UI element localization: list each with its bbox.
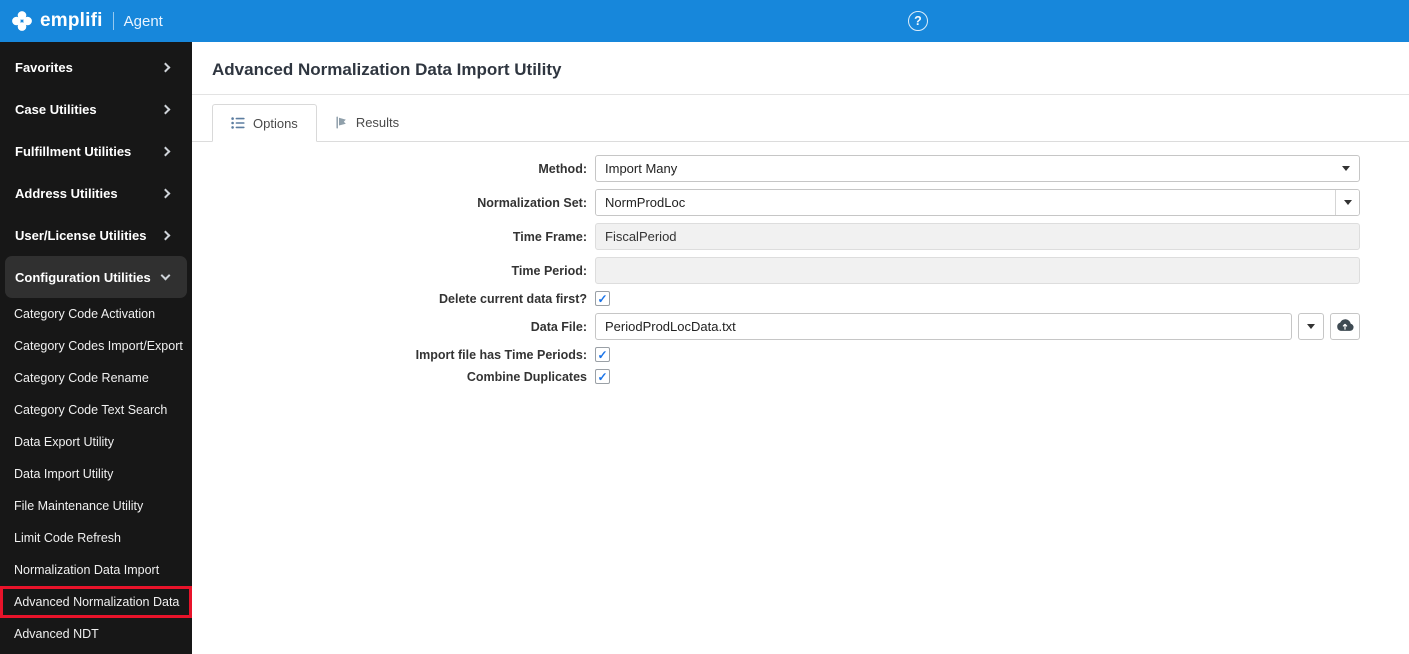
combine-duplicates-label: Combine Duplicates [466, 369, 587, 384]
data-file-label: Data File: [530, 319, 587, 334]
tab-results[interactable]: Results [317, 104, 417, 141]
form-row-delete-current: Delete current data first? [192, 291, 1360, 306]
sidebar-subitem-label: Advanced NDT [14, 627, 99, 641]
time-period-label: Time Period: [511, 263, 587, 278]
sidebar-subitem-category-codes-import-export[interactable]: Category Codes Import/Export [0, 330, 192, 362]
chevron-right-icon [160, 104, 171, 114]
data-file-dropdown-button[interactable] [1298, 313, 1324, 340]
form-row-time-frame: Time Frame: [192, 223, 1360, 250]
options-form: Method: Import Many Normalization Set: N… [192, 142, 1409, 384]
normalization-set-combobox [595, 189, 1360, 216]
import-has-time-periods-label: Import file has Time Periods: [415, 347, 587, 362]
emplifi-logo-icon [10, 9, 34, 33]
help-icon[interactable]: ? [908, 11, 928, 31]
sidebar-subitem-normalization-data-import[interactable]: Normalization Data Import [0, 554, 192, 586]
sidebar-subitem-label: Limit Code Refresh [14, 531, 121, 545]
sidebar-subitem-label: Category Code Activation [14, 307, 156, 321]
time-period-input [595, 257, 1360, 284]
method-selected-value: Import Many [605, 161, 678, 176]
time-frame-input [595, 223, 1360, 250]
sidebar-subitem-data-import-utility[interactable]: Data Import Utility [0, 458, 192, 490]
sidebar-subitem-label: Category Code Text Search [14, 403, 168, 417]
sidebar-item-label: Address Utilities [15, 185, 118, 201]
brand-name: emplifi [40, 10, 103, 31]
sidebar-item-fulfillment-utilities[interactable]: Fulfillment Utilities [5, 130, 187, 172]
delete-current-label: Delete current data first? [439, 291, 587, 306]
chevron-down-icon [1342, 166, 1350, 171]
sidebar-subitem-category-code-rename[interactable]: Category Code Rename [0, 362, 192, 394]
data-file-upload-button[interactable] [1330, 313, 1360, 340]
list-icon [231, 117, 245, 129]
sidebar-subitem-label: Data Export Utility [14, 435, 115, 449]
chevron-right-icon [160, 146, 171, 156]
time-frame-label: Time Frame: [512, 229, 587, 244]
form-row-import-has-time-periods: Import file has Time Periods: [192, 347, 1360, 362]
method-select[interactable]: Import Many [595, 155, 1360, 182]
data-file-group [595, 313, 1360, 340]
chevron-down-icon [1307, 324, 1315, 329]
chevron-right-icon [160, 230, 171, 240]
sidebar-item-configuration-utilities[interactable]: Configuration Utilities [5, 256, 187, 298]
tab-options[interactable]: Options [212, 104, 317, 142]
normalization-set-input[interactable] [596, 190, 1335, 215]
import-has-time-periods-checkbox[interactable] [595, 347, 610, 362]
main-content: Advanced Normalization Data Import Utili… [192, 42, 1409, 654]
sidebar-subitem-label: Normalization Data Import [14, 563, 160, 577]
sidebar-subitem-limit-code-refresh[interactable]: Limit Code Refresh [0, 522, 192, 554]
sidebar-item-label: User/License Utilities [15, 227, 147, 243]
form-row-time-period: Time Period: [192, 257, 1360, 284]
sidebar-item-favorites[interactable]: Favorites [5, 46, 187, 88]
sidebar-subitem-label: Advanced Normalization Data [14, 595, 180, 609]
sidebar-item-label: Favorites [15, 59, 73, 75]
combine-duplicates-checkbox[interactable] [595, 369, 610, 384]
sidebar-item-label: Configuration Utilities [15, 269, 151, 285]
sidebar-item-label: Case Utilities [15, 101, 97, 117]
sidebar-subitem-label: Data Import Utility [14, 467, 114, 481]
form-row-combine-duplicates: Combine Duplicates [192, 369, 1360, 384]
sidebar-subitem-label: Category Code Rename [14, 371, 149, 385]
sidebar-item-case-utilities[interactable]: Case Utilities [5, 88, 187, 130]
upload-cloud-icon [1336, 318, 1354, 335]
sidebar-subitem-data-export-utility[interactable]: Data Export Utility [0, 426, 192, 458]
sidebar: Favorites Case Utilities Fulfillment Uti… [0, 42, 192, 654]
sidebar-item-user-license-utilities[interactable]: User/License Utilities [5, 214, 187, 256]
normalization-set-dropdown-button[interactable] [1335, 190, 1359, 215]
delete-current-checkbox[interactable] [595, 291, 610, 306]
tab-label: Options [253, 115, 298, 131]
form-row-normalization-set: Normalization Set: [192, 189, 1360, 216]
app-window: emplifi Agent ? Favorites Case Utilities… [0, 0, 1409, 654]
sidebar-subitem-category-code-activation[interactable]: Category Code Activation [0, 298, 192, 330]
brand: emplifi Agent [10, 9, 163, 33]
sidebar-subitem-advanced-ndt[interactable]: Advanced NDT [0, 618, 192, 650]
sidebar-subitem-label: File Maintenance Utility [14, 499, 144, 513]
form-row-data-file: Data File: [192, 313, 1360, 340]
sidebar-subitem-file-maintenance-utility[interactable]: File Maintenance Utility [0, 490, 192, 522]
tab-bar: Options Results [192, 104, 1409, 142]
brand-separator [112, 12, 114, 30]
tab-label: Results [355, 115, 400, 130]
sidebar-subitem-advanced-normalization-data[interactable]: Advanced Normalization Data [0, 586, 192, 618]
page-title: Advanced Normalization Data Import Utili… [212, 60, 562, 79]
title-divider [192, 94, 1409, 95]
data-file-input[interactable] [595, 313, 1292, 340]
chevron-right-icon [160, 188, 171, 198]
sidebar-subitem-label: Category Codes Import/Export [14, 339, 183, 353]
chevron-down-icon [160, 270, 171, 280]
chevron-down-icon [1343, 200, 1352, 205]
method-label: Method: [538, 161, 587, 176]
flag-icon [335, 116, 348, 129]
sidebar-item-label: Fulfillment Utilities [15, 143, 132, 159]
normalization-set-label: Normalization Set: [477, 195, 587, 210]
sidebar-subitem-category-code-text-search[interactable]: Category Code Text Search [0, 394, 192, 426]
form-row-method: Method: Import Many [192, 155, 1360, 182]
chevron-right-icon [160, 62, 171, 72]
app-name: Agent [123, 12, 163, 30]
sidebar-item-address-utilities[interactable]: Address Utilities [5, 172, 187, 214]
topbar: emplifi Agent ? [0, 0, 1409, 42]
